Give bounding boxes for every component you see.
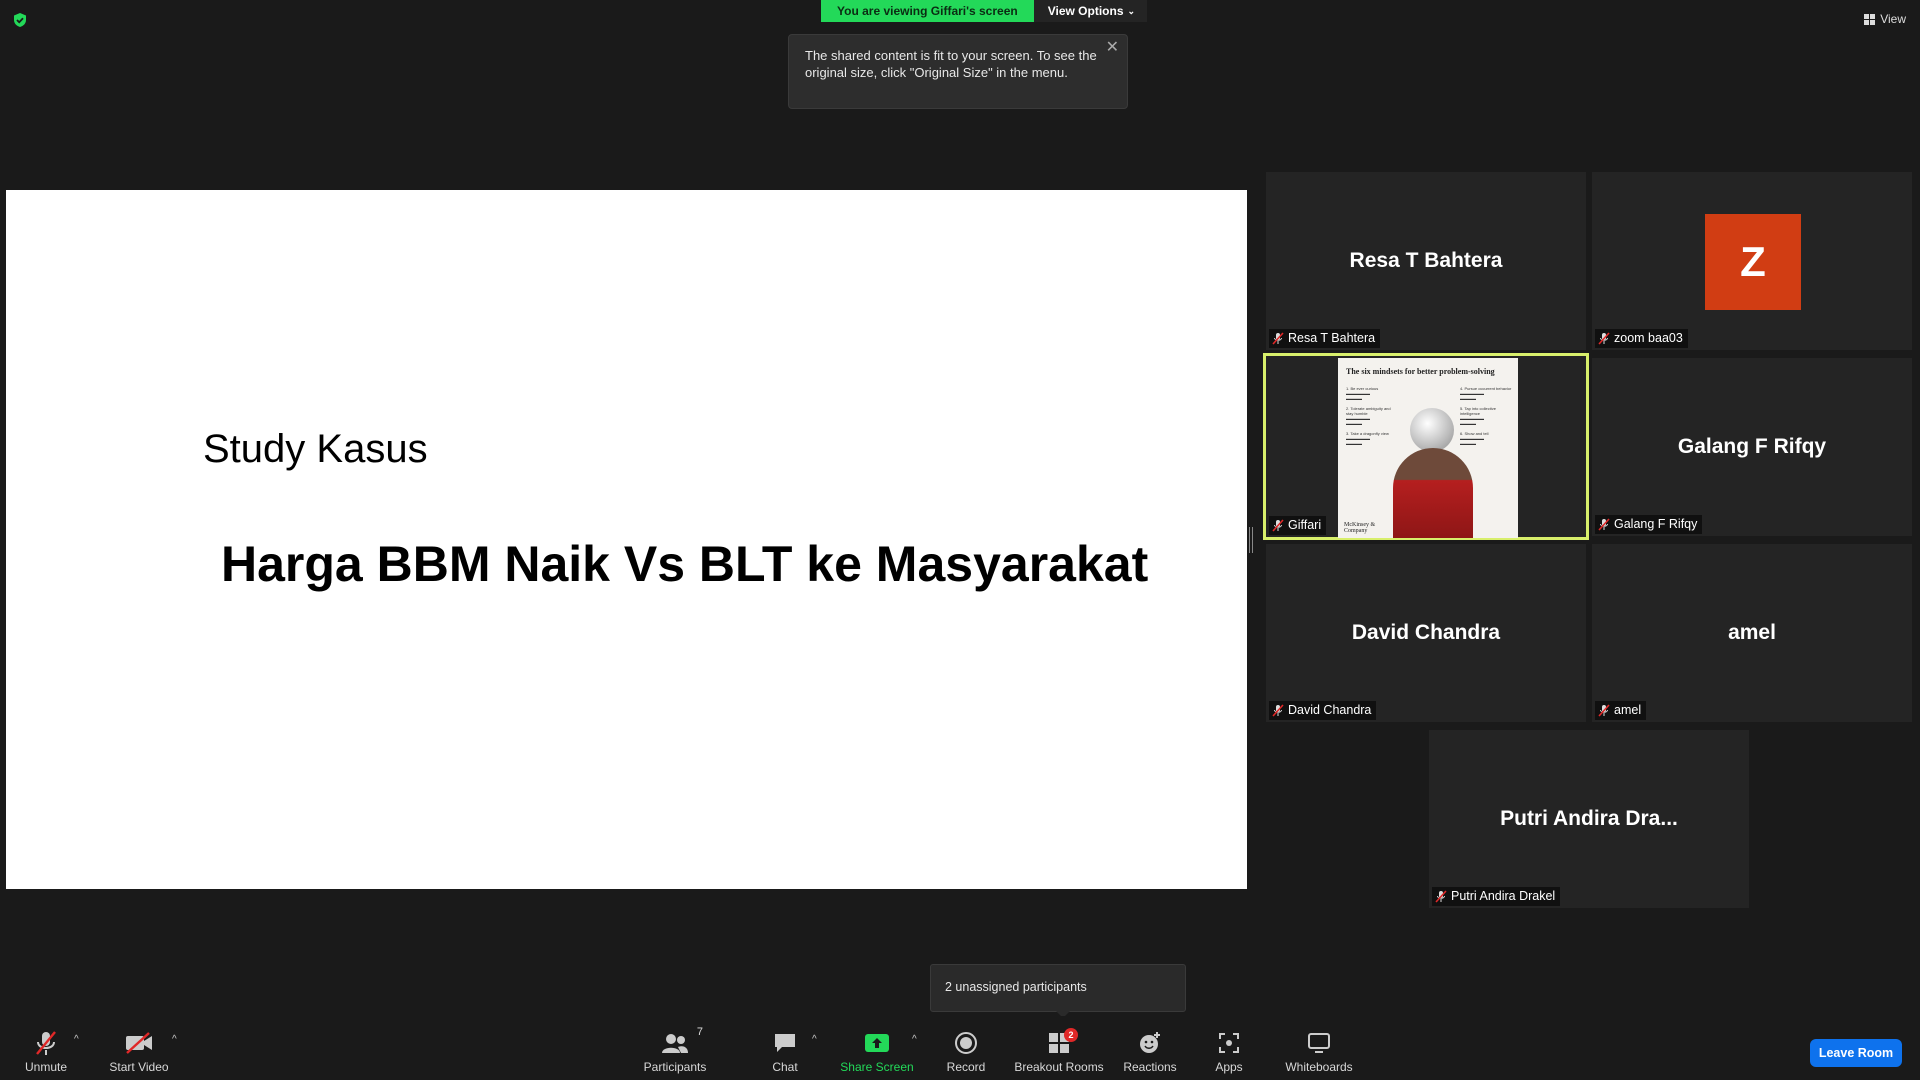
unmute-button[interactable]: Unmute (20, 1016, 72, 1080)
participant-name-label: amel (1595, 701, 1647, 720)
player-image (1393, 448, 1473, 538)
reactions-button[interactable]: Reactions (1121, 1016, 1179, 1080)
participant-label-text: David Chandra (1288, 703, 1372, 717)
participant-display-name: Galang F Rifqy (1677, 435, 1827, 458)
participant-tile-active-speaker[interactable]: The six mindsets for better problem-solv… (1263, 353, 1589, 540)
resize-handle[interactable] (1249, 527, 1254, 553)
mic-muted-icon (1272, 519, 1284, 532)
reactions-label: Reactions (1123, 1060, 1177, 1074)
video-options-caret-icon[interactable]: ^ (172, 1034, 177, 1045)
close-icon[interactable]: ✕ (1106, 39, 1119, 56)
reactions-icon (1140, 1032, 1160, 1053)
avatar: Z (1705, 214, 1801, 310)
participant-label-text: Giffari (1288, 518, 1322, 532)
fit-to-screen-tooltip: The shared content is fit to your screen… (788, 34, 1128, 109)
chevron-down-icon: ⌄ (1127, 6, 1136, 16)
unassigned-participants-tooltip: 2 unassigned participants (930, 964, 1186, 1018)
participant-tile[interactable]: amel amel (1592, 544, 1912, 722)
tooltip-text: 2 unassigned participants (945, 980, 1087, 994)
share-screen-icon (865, 1034, 889, 1052)
participants-label: Participants (643, 1060, 707, 1074)
zoom-meeting-window: You are viewing Giffari's screen View Op… (0, 0, 1920, 1080)
mic-muted-icon (1435, 890, 1447, 903)
leave-room-button[interactable]: Leave Room (1810, 1039, 1902, 1067)
mic-muted-icon (1272, 704, 1284, 717)
participant-label-text: Resa T Bahtera (1288, 331, 1376, 345)
whiteboards-label: Whiteboards (1285, 1060, 1353, 1074)
record-label: Record (946, 1060, 986, 1074)
view-layout-button[interactable]: View (1864, 12, 1906, 26)
meeting-toolbar: Unmute ^ Start Video ^ 7 Participants Ch… (0, 1016, 1920, 1080)
viewing-status: You are viewing Giffari's screen (821, 0, 1034, 22)
share-screen-button[interactable]: Share Screen (840, 1016, 914, 1080)
participant-name-label: Putri Andira Drakel (1432, 887, 1561, 906)
view-options-button[interactable]: View Options ⌄ (1033, 0, 1148, 22)
viewing-banner: You are viewing Giffari's screen View Op… (821, 0, 1148, 22)
mic-muted-icon (36, 1031, 56, 1055)
share-screen-label: Share Screen (840, 1060, 914, 1074)
shared-screen: Study Kasus Harga BBM Naik Vs BLT ke Mas… (6, 190, 1247, 889)
participant-tile[interactable]: David Chandra David Chandra (1266, 544, 1586, 722)
participant-display-name: Putri Andira Dra... (1500, 807, 1678, 830)
security-shield-icon[interactable] (12, 12, 28, 28)
participant-tile[interactable]: Putri Andira Dra... Putri Andira Drakel (1429, 730, 1749, 908)
mic-muted-icon (1598, 518, 1610, 531)
slide-subtitle: Study Kasus (203, 427, 428, 471)
thumbnail-column-left: 1. Be ever curious ▬▬▬▬▬▬ ▬▬▬▬ 2. Tolerate … (1346, 386, 1391, 446)
view-options-label: View Options (1047, 4, 1124, 18)
chat-icon (775, 1034, 795, 1052)
participant-tile[interactable]: Galang F Rifqy Galang F Rifqy (1592, 358, 1912, 536)
video-off-icon (126, 1032, 152, 1054)
apps-icon (1219, 1033, 1239, 1053)
thumbnail-brand: McKinsey & Company (1344, 522, 1376, 534)
participants-button[interactable]: 7 Participants (640, 1016, 710, 1080)
breakout-badge: 2 (1064, 1028, 1078, 1042)
participant-shared-thumbnail: The six mindsets for better problem-solv… (1338, 358, 1518, 538)
thumbnail-column-right: 4. Pursue occurrent behavior ▬▬▬▬▬▬ ▬▬▬▬ 5.… (1460, 386, 1512, 446)
apps-button[interactable]: Apps (1214, 1016, 1244, 1080)
participant-display-name: David Chandra (1351, 621, 1501, 644)
thumbnail-title: The six mindsets for better problem-solv… (1346, 367, 1495, 376)
whiteboards-button[interactable]: Whiteboards (1282, 1016, 1356, 1080)
participant-name-label: zoom baa03 (1595, 329, 1688, 348)
participant-name-label: Galang F Rifqy (1595, 515, 1703, 534)
slide-headline: Harga BBM Naik Vs BLT ke Masyarakat (221, 536, 1149, 592)
participant-display-name: Resa T Bahtera (1349, 249, 1503, 272)
chat-label: Chat (772, 1060, 798, 1074)
soccer-ball-image (1410, 408, 1454, 452)
participants-icon (662, 1034, 688, 1053)
share-options-caret-icon[interactable]: ^ (912, 1034, 917, 1045)
participant-tile[interactable]: Z zoom baa03 (1592, 172, 1912, 350)
chat-options-caret-icon[interactable]: ^ (812, 1034, 817, 1045)
tooltip-text: The shared content is fit to your screen… (805, 48, 1097, 80)
participant-tile[interactable]: Resa T Bahtera Resa T Bahtera (1266, 172, 1586, 350)
start-video-button[interactable]: Start Video (106, 1016, 172, 1080)
view-layout-label: View (1880, 12, 1906, 26)
breakout-rooms-button[interactable]: 2 Breakout Rooms (1012, 1016, 1106, 1080)
participant-label-text: Putri Andira Drakel (1451, 889, 1556, 903)
participant-label-text: amel (1614, 703, 1642, 717)
mic-muted-icon (1598, 332, 1610, 345)
view-grid-icon (1864, 13, 1876, 25)
mic-muted-icon (1598, 704, 1610, 717)
participant-label-text: zoom baa03 (1614, 331, 1683, 345)
participant-label-text: Galang F Rifqy (1614, 517, 1698, 531)
unmute-label: Unmute (24, 1060, 68, 1074)
participant-display-name: amel (1728, 621, 1776, 644)
audio-options-caret-icon[interactable]: ^ (74, 1034, 79, 1045)
record-icon (955, 1032, 977, 1054)
mic-muted-icon (1272, 332, 1284, 345)
whiteboard-icon (1308, 1033, 1330, 1053)
participant-name-label: Resa T Bahtera (1269, 329, 1381, 348)
record-button[interactable]: Record (944, 1016, 988, 1080)
participants-count: 7 (696, 1026, 703, 1038)
participant-name-label: David Chandra (1269, 701, 1377, 720)
chat-button[interactable]: Chat (770, 1016, 800, 1080)
apps-label: Apps (1215, 1060, 1243, 1074)
participant-name-label: Giffari (1269, 516, 1327, 535)
start-video-label: Start Video (109, 1060, 169, 1074)
breakout-rooms-label: Breakout Rooms (1014, 1060, 1104, 1074)
